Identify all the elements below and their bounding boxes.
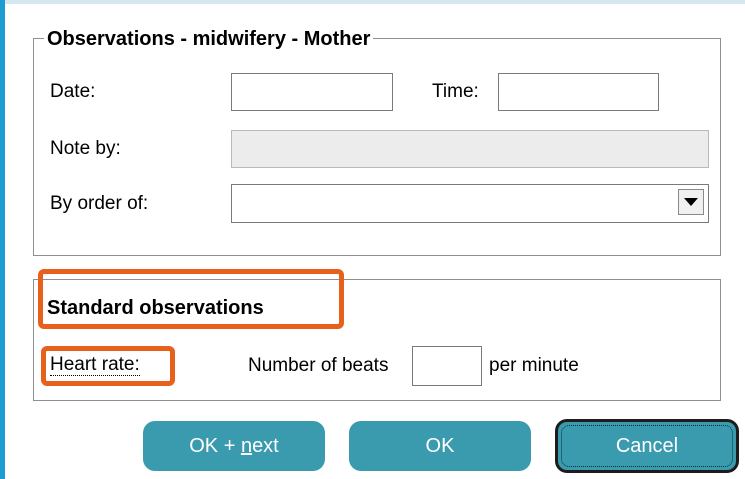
- ok-next-button[interactable]: OK + next: [143, 421, 325, 471]
- heart-rate-label: Heart rate:: [50, 354, 140, 376]
- cancel-label: Cancel: [615, 434, 679, 457]
- date-label: Date:: [50, 81, 96, 102]
- number-of-beats-label: Number of beats: [248, 355, 389, 376]
- dropdown-arrow-button[interactable]: [678, 189, 704, 215]
- window-top-edge: [0, 0, 745, 4]
- observations-group-title: Observations - midwifery - Mother: [44, 27, 374, 51]
- time-field[interactable]: [498, 73, 659, 111]
- by-order-of-dropdown[interactable]: [231, 184, 709, 223]
- time-label: Time:: [432, 81, 479, 102]
- by-order-of-label: By order of:: [50, 193, 149, 214]
- ok-button[interactable]: OK: [349, 421, 531, 471]
- number-of-beats-field[interactable]: [412, 346, 482, 386]
- standard-observations-title: Standard observations: [47, 297, 264, 319]
- cancel-button[interactable]: Cancel: [555, 419, 739, 473]
- note-by-field: [231, 130, 709, 168]
- note-by-label: Note by:: [50, 138, 121, 159]
- per-minute-label: per minute: [489, 355, 579, 376]
- chevron-down-icon: [684, 197, 698, 206]
- ok-label: OK: [425, 434, 455, 457]
- ok-next-suffix: ext: [252, 434, 279, 457]
- window-left-edge: [0, 0, 5, 479]
- ok-next-mnemonic: n: [240, 434, 253, 457]
- ok-next-prefix: OK +: [189, 434, 241, 457]
- date-field[interactable]: [231, 73, 393, 111]
- ok-next-label: OK + next: [189, 435, 279, 458]
